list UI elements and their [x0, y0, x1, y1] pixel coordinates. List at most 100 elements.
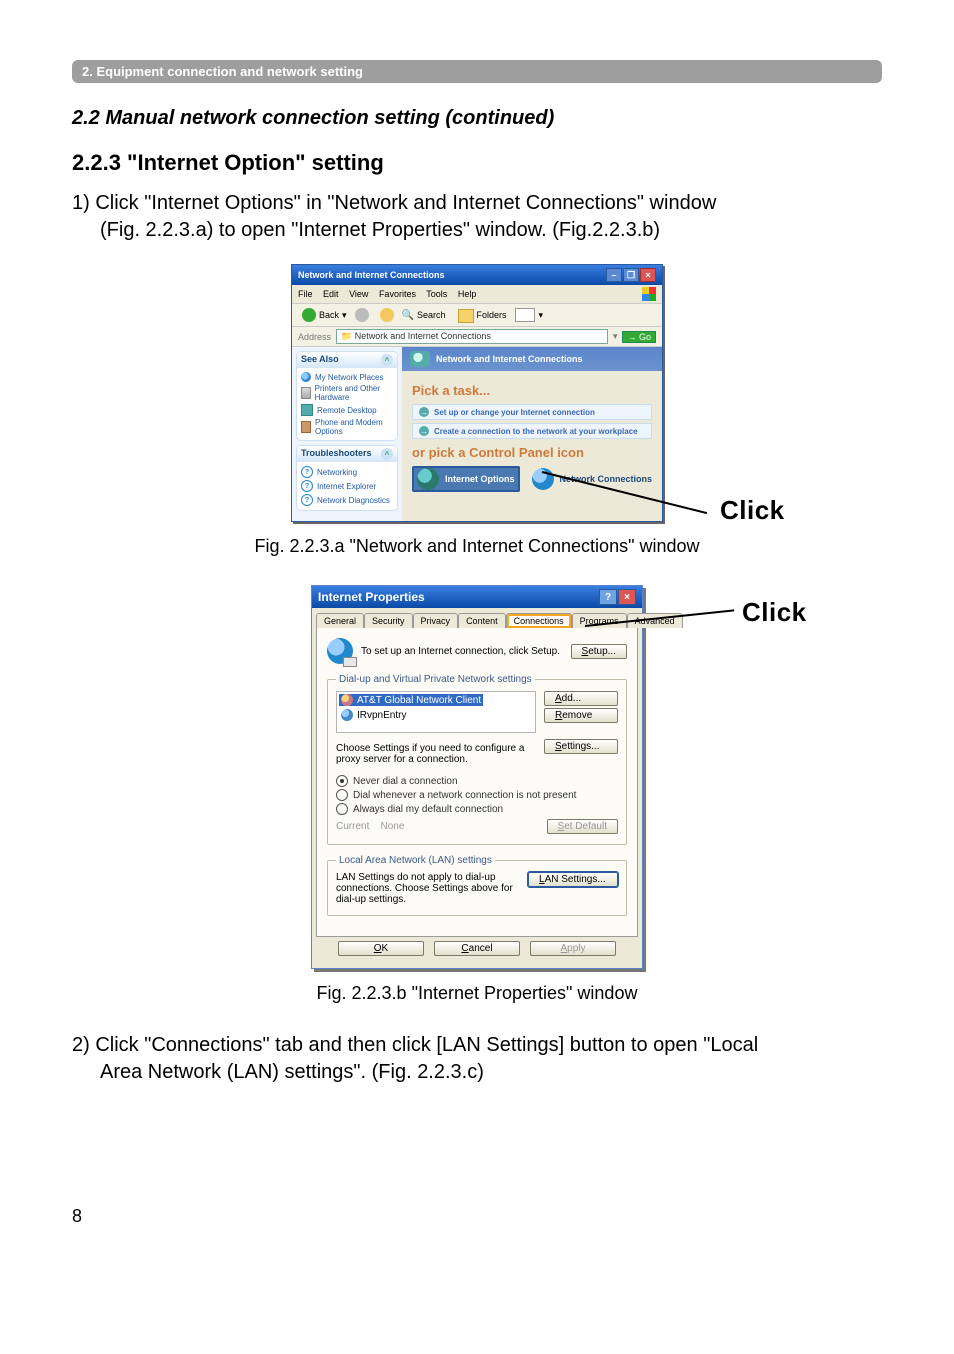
connection-icon: [341, 694, 353, 706]
setup-button[interactable]: Setup...: [571, 644, 627, 659]
pick-cp-icon: or pick a Control Panel icon: [412, 445, 652, 460]
arrow-icon: →: [419, 426, 429, 436]
subsection-title: 2.2.3 "Internet Option" setting: [72, 150, 882, 176]
nic-window-controls: – ❐ ×: [606, 268, 656, 282]
step-2-text: 2) Click "Connections" tab and then clic…: [72, 1032, 882, 1086]
tab-privacy[interactable]: Privacy: [413, 613, 459, 628]
close-button[interactable]: ×: [618, 589, 636, 605]
address-bar: Address 📁 Network and Internet Connectio…: [292, 327, 662, 347]
folders-icon: [458, 309, 474, 323]
cp-internet-options[interactable]: Internet Options: [412, 466, 520, 492]
menu-file[interactable]: File: [298, 289, 313, 299]
printer-icon: [301, 387, 311, 399]
task-create-connection[interactable]: →Create a connection to the network at y…: [412, 423, 652, 439]
troubleshooters-label: Troubleshooters: [301, 448, 372, 460]
help-icon: ?: [301, 466, 313, 478]
step-2-line-b: Area Network (LAN) settings". (Fig. 2.2.…: [72, 1061, 484, 1083]
arrow-icon: →: [419, 407, 429, 417]
step-2-line-a: 2) Click "Connections" tab and then clic…: [72, 1034, 758, 1056]
troubleshooters-header[interactable]: Troubleshooters ^: [297, 446, 397, 462]
radio-whenever[interactable]: Dial whenever a network connection is no…: [336, 789, 618, 801]
menu-edit[interactable]: Edit: [323, 289, 339, 299]
side-link-remote[interactable]: Remote Desktop: [301, 404, 393, 416]
tab-security[interactable]: Security: [364, 613, 413, 628]
nic-main: Network and Internet Connections Pick a …: [402, 347, 662, 521]
address-value: Network and Internet Connections: [355, 331, 491, 341]
click-label-b: Click: [742, 597, 807, 628]
up-button[interactable]: [380, 308, 394, 322]
close-button[interactable]: ×: [640, 268, 656, 282]
menu-help[interactable]: Help: [458, 289, 477, 299]
internet-options-icon: [417, 468, 439, 490]
tab-programs[interactable]: Programs: [572, 613, 627, 628]
nic-sidebar: See Also ^ My Network Places Printers an…: [292, 347, 402, 521]
menu-view[interactable]: View: [349, 289, 368, 299]
remove-button[interactable]: Remove: [544, 708, 618, 723]
chevron-icon: ^: [381, 354, 393, 366]
minimize-button[interactable]: –: [606, 268, 622, 282]
cp-netconn-label: Network Connections: [560, 474, 653, 484]
tab-connections[interactable]: Connections: [506, 613, 572, 628]
menu-favorites[interactable]: Favorites: [379, 289, 416, 299]
cancel-button[interactable]: Cancel: [434, 941, 520, 956]
page-number: 8: [72, 1206, 882, 1227]
ip-tabs: General Security Privacy Content Connect…: [312, 608, 642, 627]
see-also-header[interactable]: See Also ^: [297, 352, 397, 368]
windows-logo-icon: [642, 287, 656, 301]
add-button[interactable]: Add...: [544, 691, 618, 706]
radio-icon: [336, 775, 348, 787]
figure-a-container: Network and Internet Connections – ❐ × F…: [72, 264, 882, 522]
internet-properties-dialog: Internet Properties ? × General Security…: [311, 585, 643, 969]
nic-window: Network and Internet Connections – ❐ × F…: [291, 264, 663, 522]
ts-link-ie[interactable]: ?Internet Explorer: [301, 480, 393, 492]
maximize-button[interactable]: ❐: [623, 268, 639, 282]
go-label: Go: [639, 332, 651, 342]
ts-link-diag[interactable]: ?Network Diagnostics: [301, 494, 393, 506]
list-item-att[interactable]: AT&T Global Network Client: [339, 694, 483, 706]
side-link-mynetwork[interactable]: My Network Places: [301, 372, 393, 382]
choose-note: Choose Settings if you need to configure…: [336, 743, 536, 765]
click-label-a: Click: [720, 495, 785, 526]
forward-button[interactable]: [355, 308, 369, 322]
tab-general[interactable]: General: [316, 613, 364, 628]
pick-a-task: Pick a task...: [412, 383, 652, 398]
views-button[interactable]: [515, 308, 535, 322]
dial-listbox[interactable]: AT&T Global Network Client IRvpnEntry: [336, 691, 536, 733]
radio-always[interactable]: Always dial my default connection: [336, 803, 618, 815]
menu-tools[interactable]: Tools: [426, 289, 447, 299]
network-connections-icon: [532, 468, 554, 490]
lan-group: Local Area Network (LAN) settings LAN Se…: [327, 855, 627, 916]
radio-never[interactable]: Never dial a connection: [336, 775, 618, 787]
tab-advanced[interactable]: Advanced: [627, 613, 683, 628]
go-button[interactable]: → Go: [622, 331, 656, 343]
help-icon: ?: [301, 494, 313, 506]
lan-settings-button[interactable]: LAN Settings...: [528, 872, 618, 887]
nic-titlebar[interactable]: Network and Internet Connections – ❐ ×: [292, 265, 662, 285]
connection-icon: [341, 709, 353, 721]
help-icon: ?: [301, 480, 313, 492]
globe-icon: [301, 372, 311, 382]
side-link-printers[interactable]: Printers and Other Hardware: [301, 384, 393, 402]
address-label: Address: [298, 332, 331, 342]
section-subtitle: 2.2 Manual network connection setting (c…: [72, 107, 882, 130]
lan-legend: Local Area Network (LAN) settings: [336, 855, 495, 866]
cp-internet-label: Internet Options: [445, 474, 515, 484]
back-button[interactable]: Back ▾: [298, 307, 351, 323]
settings-button[interactable]: Settings...: [544, 739, 618, 754]
task-setup-internet[interactable]: →Set up or change your Internet connecti…: [412, 404, 652, 420]
side-link-phone[interactable]: Phone and Modem Options: [301, 418, 393, 436]
ok-button[interactable]: OK: [338, 941, 424, 956]
connections-panel: To set up an Internet connection, click …: [316, 627, 638, 937]
phone-icon: [301, 421, 311, 433]
ip-titlebar[interactable]: Internet Properties ? ×: [312, 586, 642, 608]
address-field[interactable]: 📁 Network and Internet Connections: [336, 329, 608, 344]
tab-content[interactable]: Content: [458, 613, 506, 628]
list-item-irvpn[interactable]: IRvpnEntry: [339, 709, 408, 721]
cp-network-connections[interactable]: Network Connections: [532, 468, 653, 490]
folders-button[interactable]: Folders: [454, 307, 511, 323]
help-button[interactable]: ?: [599, 589, 617, 605]
ts-link-networking[interactable]: ?Networking: [301, 466, 393, 478]
radio-icon: [336, 803, 348, 815]
search-button[interactable]: 🔍 Search: [398, 309, 450, 322]
setup-intro: To set up an Internet connection, click …: [361, 646, 563, 657]
